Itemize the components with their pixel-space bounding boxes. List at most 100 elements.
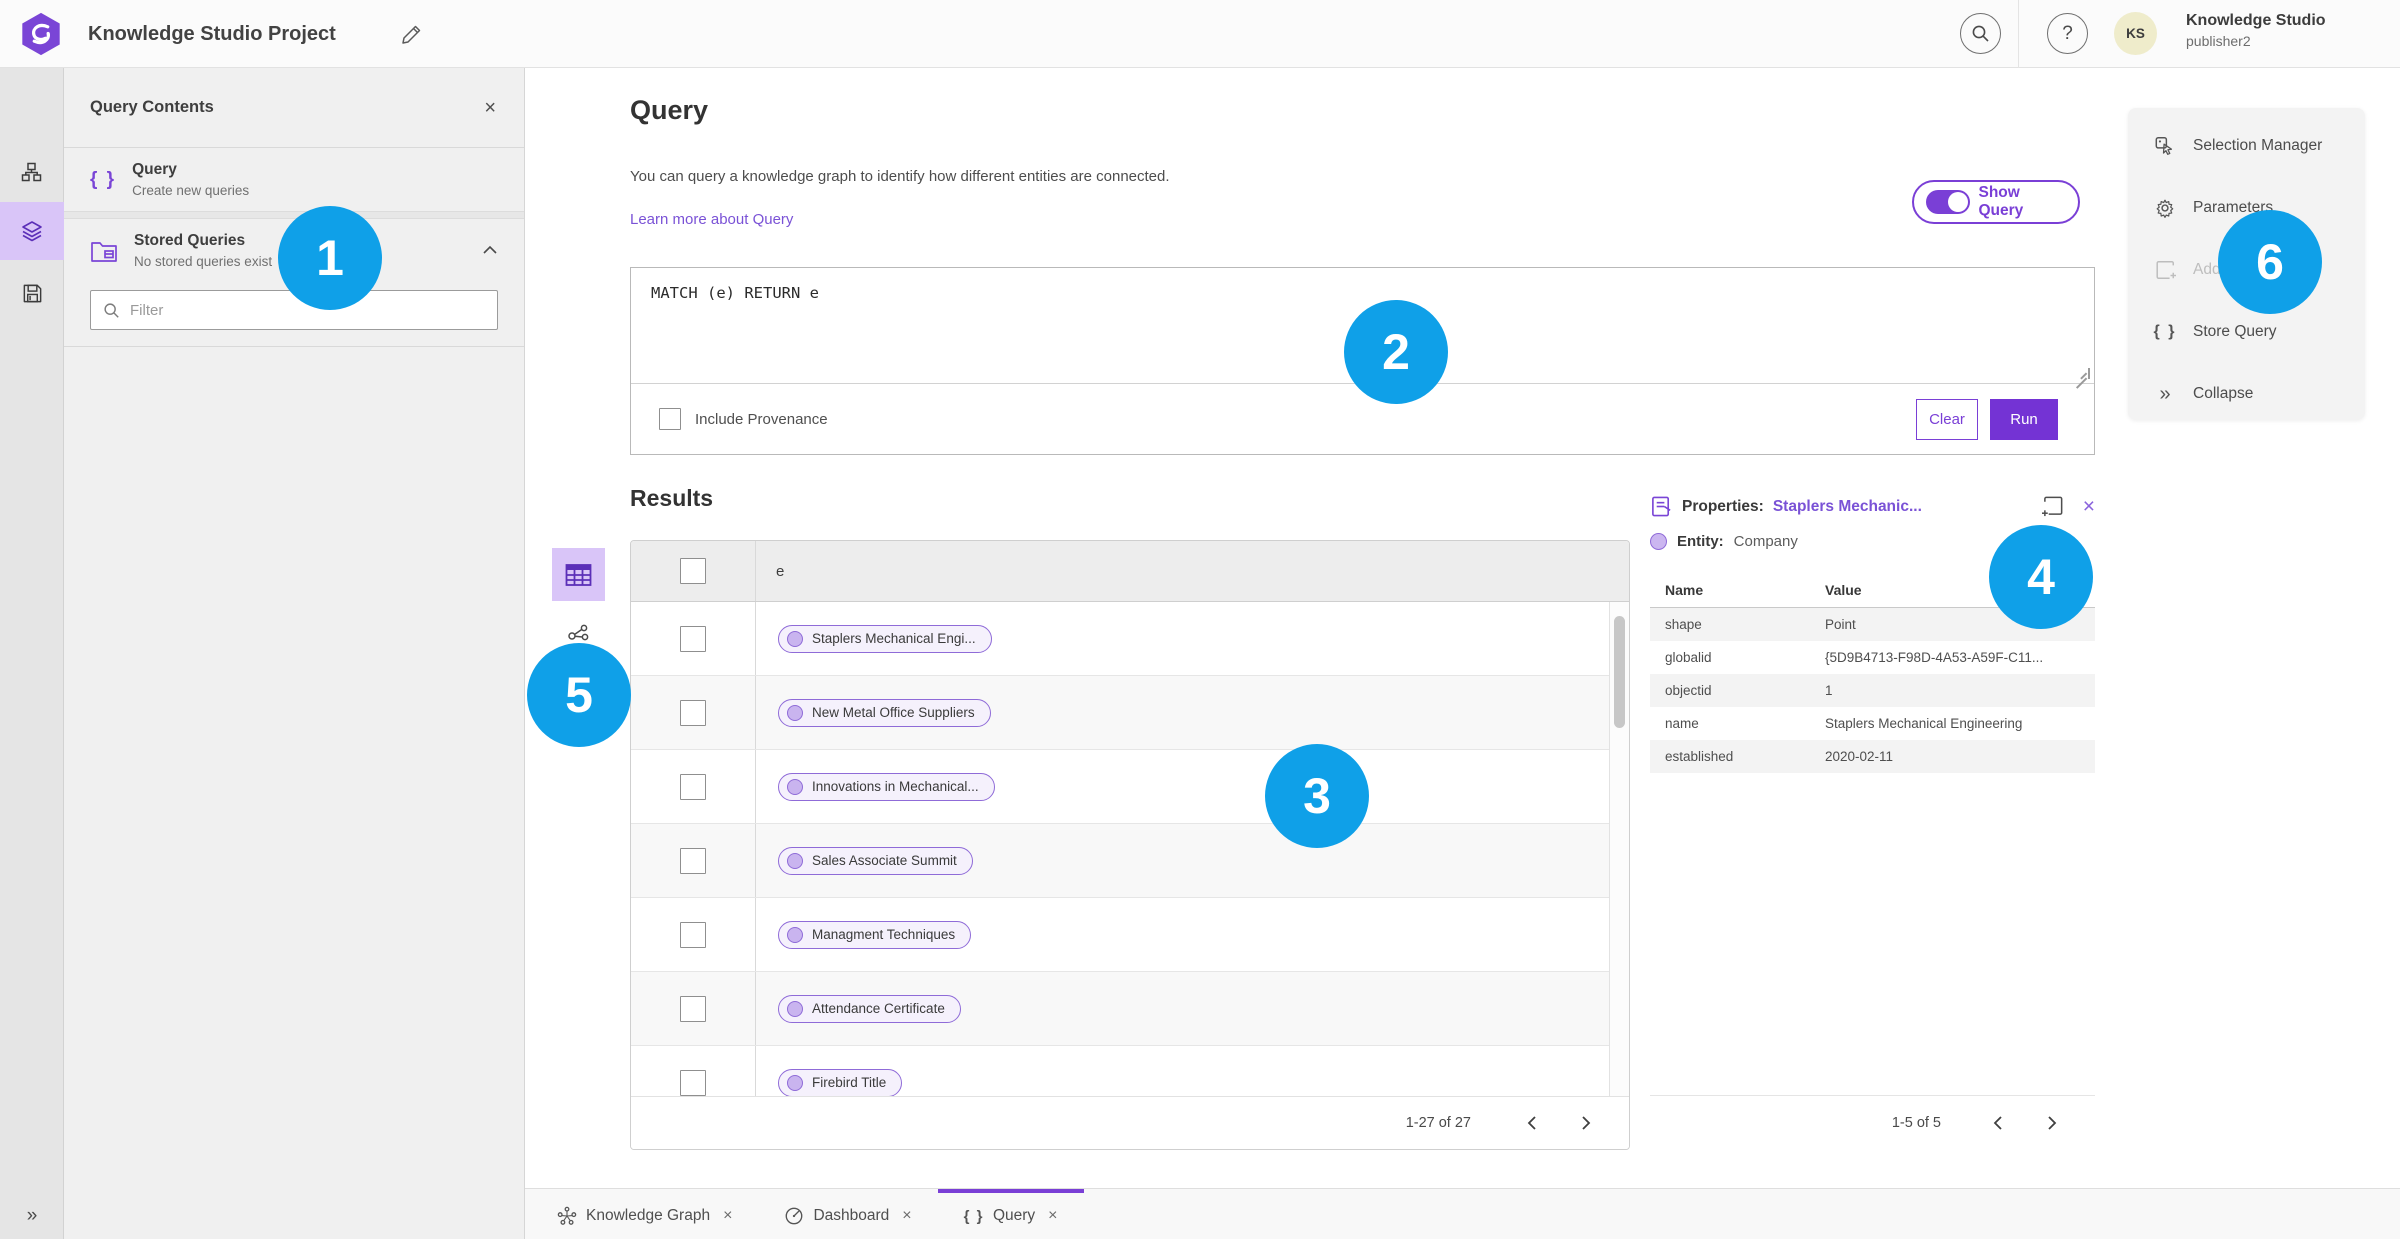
collapse-icon: » bbox=[2159, 382, 2171, 405]
tab-dashboard[interactable]: Dashboard × bbox=[758, 1189, 937, 1239]
table-icon bbox=[565, 563, 592, 586]
page-description: You can query a knowledge graph to ident… bbox=[630, 168, 1170, 185]
entity-pill[interactable]: Sales Associate Summit bbox=[778, 846, 973, 875]
entity-dot-icon bbox=[1650, 533, 1667, 550]
help-button[interactable]: ? bbox=[2047, 13, 2088, 54]
entity-pill[interactable]: New Metal Office Suppliers bbox=[778, 698, 991, 727]
link-chart-nav-button[interactable] bbox=[0, 144, 64, 202]
search-button[interactable] bbox=[1960, 13, 2001, 54]
row-checkbox[interactable] bbox=[680, 773, 706, 800]
property-value: Staplers Mechanical Engineering bbox=[1825, 716, 2023, 731]
close-panel-button[interactable]: × bbox=[484, 98, 496, 118]
selection-manager-button[interactable]: Selection Manager bbox=[2128, 115, 2365, 177]
close-properties-button[interactable]: × bbox=[2083, 496, 2095, 517]
include-provenance-label: Include Provenance bbox=[695, 410, 828, 428]
folder-icon bbox=[91, 241, 117, 262]
entity-pill[interactable]: Firebird Title bbox=[778, 1068, 903, 1096]
property-name: objectid bbox=[1665, 683, 1712, 698]
user-avatar[interactable]: KS bbox=[2114, 12, 2157, 55]
clear-button[interactable]: Clear bbox=[1916, 398, 1978, 440]
table-row: Innovations in Mechanical... bbox=[631, 750, 1609, 824]
next-page-button[interactable] bbox=[1573, 1110, 1599, 1136]
app-window: Knowledge Studio Project ? KS Knowledge … bbox=[0, 0, 2400, 1239]
show-query-toggle[interactable]: Show Query bbox=[1912, 180, 2080, 224]
properties-title: Properties: bbox=[1682, 497, 1764, 515]
question-mark-icon: ? bbox=[2062, 22, 2073, 44]
select-all-checkbox[interactable] bbox=[680, 558, 706, 584]
entity-dot-icon bbox=[787, 926, 803, 943]
results-scrollbar-track[interactable] bbox=[1609, 602, 1629, 1096]
chevron-right-icon bbox=[1582, 1116, 1591, 1130]
entity-dot-icon bbox=[787, 778, 803, 795]
row-checkbox[interactable] bbox=[680, 1069, 706, 1096]
chevron-up-icon bbox=[483, 245, 497, 254]
next-page-button[interactable] bbox=[2039, 1110, 2065, 1136]
collapse-section-button[interactable] bbox=[482, 242, 498, 260]
annotation-circle: 6 bbox=[2218, 210, 2322, 314]
previous-page-button[interactable] bbox=[1519, 1110, 1545, 1136]
property-name: globalid bbox=[1665, 650, 1712, 665]
query-contents-header: Query Contents × bbox=[64, 68, 524, 148]
table-view-button[interactable] bbox=[552, 548, 605, 601]
query-text: MATCH (e) RETURN e bbox=[651, 284, 819, 302]
results-pagination: 1-27 of 27 bbox=[631, 1096, 1629, 1149]
contents-nav-button[interactable] bbox=[0, 202, 64, 260]
tab-knowledge-graph[interactable]: Knowledge Graph × bbox=[531, 1189, 758, 1239]
property-value: {5D9B4713-F98D-4A53-A59F-C11... bbox=[1825, 650, 2044, 665]
expand-panel-button[interactable]: » bbox=[0, 1199, 64, 1233]
annotation-number: 3 bbox=[1303, 768, 1331, 824]
save-nav-button[interactable] bbox=[0, 264, 64, 322]
collapse-label: Collapse bbox=[2193, 385, 2254, 402]
close-tab-button[interactable]: × bbox=[723, 1207, 732, 1225]
entity-pill[interactable]: Innovations in Mechanical... bbox=[778, 772, 995, 801]
close-tab-button[interactable]: × bbox=[902, 1207, 911, 1225]
tab-label: Knowledge Graph bbox=[586, 1207, 711, 1224]
row-checkbox[interactable] bbox=[680, 995, 706, 1022]
tab-label: Query bbox=[992, 1207, 1036, 1224]
entity-pill[interactable]: Attendance Certificate bbox=[778, 994, 961, 1023]
annotation-circle: 2 bbox=[1344, 300, 1448, 404]
edit-title-pencil-icon[interactable] bbox=[400, 22, 424, 46]
app-logo-icon[interactable] bbox=[18, 11, 64, 57]
store-query-label: Store Query bbox=[2193, 323, 2277, 340]
bottom-tab-bar: Knowledge Graph × Dashboard × { } Query … bbox=[525, 1188, 2400, 1239]
property-value: 2020-02-11 bbox=[1825, 749, 1894, 764]
user-org-name: Knowledge Studio bbox=[2186, 12, 2326, 29]
tab-query[interactable]: { } Query × bbox=[937, 1189, 1084, 1239]
add-to-selection-icon[interactable] bbox=[2041, 495, 2065, 518]
row-checkbox[interactable] bbox=[680, 921, 706, 948]
add-icon bbox=[2156, 261, 2176, 279]
entity-pill[interactable]: Staplers Mechanical Engi... bbox=[778, 624, 992, 653]
results-page-range: 1-27 of 27 bbox=[1405, 1115, 1471, 1131]
row-checkbox[interactable] bbox=[680, 699, 706, 726]
hierarchy-icon bbox=[21, 162, 42, 182]
run-button[interactable]: Run bbox=[1990, 398, 2058, 440]
entity-label: Sales Associate Summit bbox=[812, 853, 957, 868]
learn-more-link[interactable]: Learn more about Query bbox=[630, 211, 793, 228]
results-table-header: e bbox=[631, 541, 1629, 602]
left-icon-strip: » bbox=[0, 68, 64, 1239]
collapse-button[interactable]: » Collapse bbox=[2128, 363, 2365, 425]
property-row: objectid 1 bbox=[1650, 674, 2095, 707]
query-item[interactable]: { } Query Create new queries bbox=[64, 148, 524, 211]
user-info[interactable]: Knowledge Studio publisher2 bbox=[2186, 11, 2326, 50]
close-tab-button[interactable]: × bbox=[1048, 1207, 1057, 1225]
table-row: Attendance Certificate bbox=[631, 972, 1609, 1046]
entity-label: Entity: bbox=[1677, 533, 1724, 550]
main-content: Query You can query a knowledge graph to… bbox=[525, 68, 2400, 1188]
results-scrollbar-thumb[interactable] bbox=[1614, 616, 1625, 728]
entity-pill[interactable]: Managment Techniques bbox=[778, 920, 972, 949]
selected-entity-link[interactable]: Staplers Mechanic... bbox=[1773, 498, 1922, 516]
resize-handle[interactable] bbox=[2079, 368, 2090, 379]
property-name: name bbox=[1665, 716, 1699, 731]
entity-label: New Metal Office Suppliers bbox=[812, 705, 975, 720]
include-provenance-checkbox[interactable] bbox=[659, 408, 681, 430]
project-title: Knowledge Studio Project bbox=[88, 23, 336, 45]
store-query-button[interactable]: { } Store Query bbox=[2128, 301, 2365, 363]
toggle-switch bbox=[1926, 190, 1970, 214]
row-checkbox[interactable] bbox=[680, 625, 706, 652]
name-column-header: Name bbox=[1665, 582, 1704, 598]
row-checkbox[interactable] bbox=[680, 847, 706, 874]
previous-page-button[interactable] bbox=[1985, 1110, 2011, 1136]
query-contents-title: Query Contents bbox=[90, 98, 214, 116]
